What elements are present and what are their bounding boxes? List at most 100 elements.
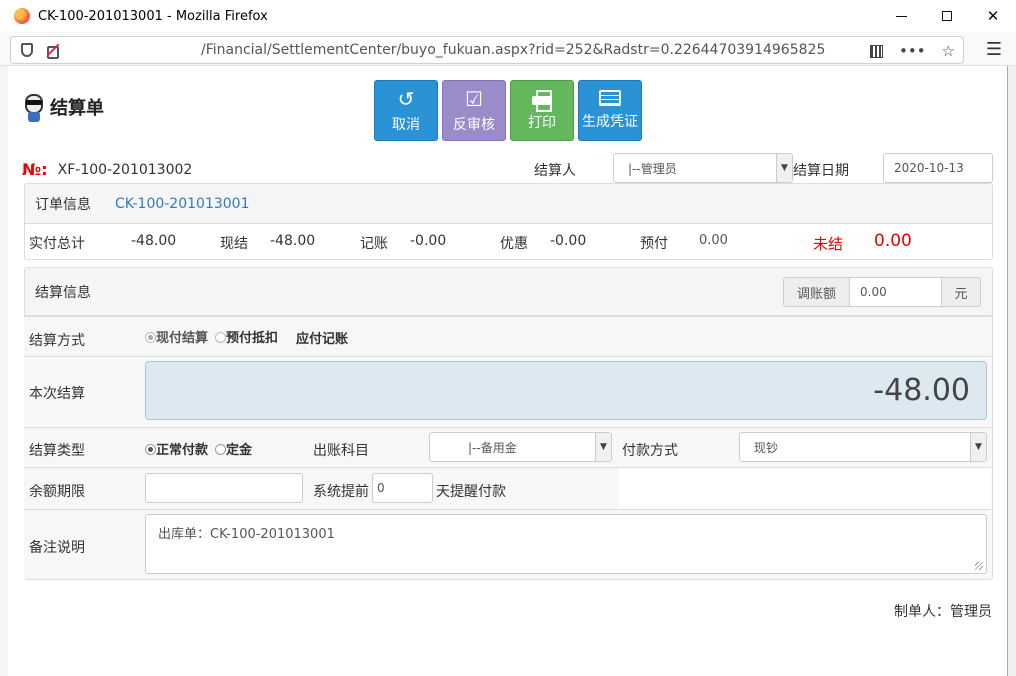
order-info-panel: 订单信息 CK-100-201013001 实付总计 -48.00 现结 -48… xyxy=(24,183,993,260)
settler-select[interactable]: |--管理员 ▼ xyxy=(613,153,793,183)
checkbox-icon: ☑ xyxy=(465,86,483,111)
method-option-cash[interactable]: 现付结算 xyxy=(145,327,208,346)
account-label: 出账科目 xyxy=(313,443,369,459)
type-option-normal-label: 正常付款 xyxy=(156,443,209,458)
bookmark-star-icon[interactable]: ☆ xyxy=(942,42,955,60)
type-option-deposit-label: 定金 xyxy=(226,443,253,458)
url-field[interactable]: /Financial/SettlementCenter/buyo_fukuan.… xyxy=(10,36,964,64)
minimize-icon xyxy=(895,15,907,17)
prepaid-value[interactable]: 0.00 xyxy=(689,227,789,253)
remark-textarea[interactable]: 出库单：CK-100-201013001 xyxy=(145,514,987,574)
printer-icon xyxy=(532,89,552,112)
window-titlebar: CK-100-201013001 - Mozilla Firefox ✕ xyxy=(0,0,1016,32)
remind-days-input[interactable]: 0 xyxy=(372,473,433,503)
order-info-label: 订单信息 xyxy=(35,196,91,213)
remind-prefix-label: 系统提前 xyxy=(313,484,369,500)
generate-voucher-button-label: 生成凭证 xyxy=(582,114,638,130)
chevron-down-icon: ▼ xyxy=(595,433,611,461)
document-number-label: №: xyxy=(22,160,48,179)
url-text[interactable]: /Financial/SettlementCenter/buyo_fukuan.… xyxy=(201,42,825,58)
settlement-date-label: 结算日期 xyxy=(793,163,849,179)
radio-icon xyxy=(215,332,226,343)
maximize-icon xyxy=(942,11,952,21)
payment-method-label: 付款方式 xyxy=(622,443,678,459)
print-button[interactable]: 打印 xyxy=(510,80,574,141)
unsettled-label: 未结 xyxy=(813,235,844,253)
discount-value: -0.00 xyxy=(550,233,587,249)
order-info-header: 订单信息 CK-100-201013001 xyxy=(25,184,992,224)
current-settlement-amount-box: -48.00 xyxy=(145,361,987,420)
settlement-info-label: 结算信息 xyxy=(35,284,91,301)
resize-grip-icon[interactable] xyxy=(975,562,983,570)
unapprove-button-label: 反审核 xyxy=(453,116,495,133)
account-select[interactable]: |--备用金 ▼ xyxy=(429,432,612,462)
settler-label: 结算人 xyxy=(534,163,576,179)
minimize-button[interactable] xyxy=(878,0,924,32)
credit-label: 记账 xyxy=(360,236,388,252)
unsettled-value: 0.00 xyxy=(874,231,912,251)
cancel-button-label: 取消 xyxy=(392,116,420,133)
type-option-normal[interactable]: 正常付款 xyxy=(145,439,208,458)
generate-voucher-button[interactable]: 生成凭证 xyxy=(578,80,642,141)
maker-label: 制单人：管理员 xyxy=(894,604,992,620)
cancel-button[interactable]: ↺ 取消 xyxy=(374,80,438,141)
remind-suffix-label: 天提醒付款 xyxy=(436,484,506,500)
more-actions-icon[interactable]: ••• xyxy=(899,42,926,60)
qr-code-icon[interactable] xyxy=(870,44,883,58)
background-page-edge-right xyxy=(1007,66,1016,676)
action-toolbar: ↺ 取消 ☑ 反审核 打印 生成凭证 xyxy=(374,80,642,141)
maximize-button[interactable] xyxy=(924,0,970,32)
actual-total-value: -48.00 xyxy=(131,233,177,249)
permissions-blocked-icon[interactable] xyxy=(45,43,59,59)
payment-method-select[interactable]: 现钞 ▼ xyxy=(739,432,987,462)
cow-mascot-icon xyxy=(22,92,46,122)
method-option-prepaid[interactable]: 预付抵扣 xyxy=(215,327,278,346)
remark-label: 备注说明 xyxy=(29,540,85,556)
remark-text: 出库单：CK-100-201013001 xyxy=(158,527,335,542)
balance-term-input[interactable] xyxy=(145,473,303,503)
firefox-logo-icon xyxy=(14,8,30,24)
type-option-deposit[interactable]: 定金 xyxy=(215,439,252,458)
settlement-type-label: 结算类型 xyxy=(29,443,85,459)
order-link[interactable]: CK-100-201013001 xyxy=(115,196,249,212)
unapprove-button[interactable]: ☑ 反审核 xyxy=(442,80,506,141)
url-bar: /Financial/SettlementCenter/buyo_fukuan.… xyxy=(0,32,1016,66)
adjust-amount-input[interactable]: 0.00 xyxy=(849,277,942,307)
chevron-down-icon: ▼ xyxy=(776,154,792,182)
window-title: CK-100-201013001 - Mozilla Firefox xyxy=(38,8,268,24)
row-blank xyxy=(618,468,991,509)
settlement-method-row: 结算方式 现付结算 预付抵扣 应付记账 xyxy=(24,316,991,356)
close-icon: ✕ xyxy=(986,7,1000,25)
settlement-method-label: 结算方式 xyxy=(29,333,85,349)
tracking-shield-icon[interactable] xyxy=(21,43,33,57)
settlement-date-input[interactable]: 2020-10-13 xyxy=(883,153,993,183)
document-number: №: XF-100-201013002 xyxy=(22,160,192,179)
settler-select-value: |--管理员 xyxy=(628,161,677,176)
cash-value: -48.00 xyxy=(270,233,316,249)
credit-value: -0.00 xyxy=(410,233,447,249)
payment-method-select-value: 现钞 xyxy=(754,440,779,455)
url-actions: ••• ☆ xyxy=(870,37,955,65)
close-window-button[interactable]: ✕ xyxy=(970,0,1016,32)
hamburger-menu-icon[interactable]: ☰ xyxy=(986,32,1002,66)
radio-selected-icon xyxy=(145,444,156,455)
undo-icon: ↺ xyxy=(397,86,415,111)
print-button-label: 打印 xyxy=(528,114,556,131)
chevron-down-icon: ▼ xyxy=(970,433,986,461)
adjust-amount-unit: 元 xyxy=(941,277,981,307)
method-option-payable[interactable]: 应付记账 xyxy=(296,328,348,347)
prepaid-label: 预付 xyxy=(640,236,668,252)
discount-label: 优惠 xyxy=(500,236,528,252)
voucher-list-icon xyxy=(599,90,621,106)
method-option-payable-label: 应付记账 xyxy=(296,332,349,347)
account-select-value: |--备用金 xyxy=(468,440,517,455)
document-number-value: XF-100-201013002 xyxy=(57,161,193,178)
balance-term-label: 余额期限 xyxy=(29,484,85,500)
settlement-dialog: 结算单 ↺ 取消 ☑ 反审核 打印 生成凭证 №: XF-100-2010130… xyxy=(8,66,1006,676)
method-option-prepaid-label: 预付抵扣 xyxy=(226,331,279,346)
radio-selected-icon xyxy=(145,332,156,343)
cash-label: 现结 xyxy=(220,236,248,252)
current-settlement-amount: -48.00 xyxy=(873,373,970,408)
radio-icon xyxy=(215,444,226,455)
page-title: 结算单 xyxy=(50,98,104,119)
